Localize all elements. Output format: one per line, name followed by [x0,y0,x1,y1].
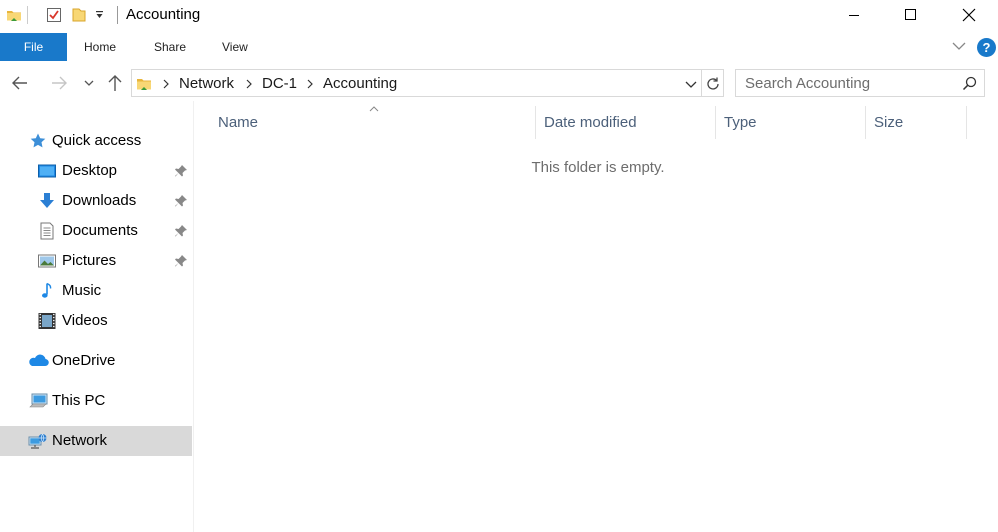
ribbon: File Home Share View ? [0,33,998,61]
recent-locations-button[interactable] [83,77,95,89]
sidebar-item-label: Documents [62,222,138,239]
column-header-size[interactable]: Size [874,114,903,131]
sidebar-item-label: OneDrive [52,352,116,369]
customize-qat-icon[interactable] [95,10,113,28]
videos-icon [38,312,56,330]
sidebar-item-network[interactable]: Network [0,426,192,456]
close-button[interactable] [940,0,998,30]
column-divider[interactable] [715,106,716,139]
column-header-date-modified[interactable]: Date modified [544,114,637,131]
search-input[interactable] [737,71,957,95]
column-divider[interactable] [966,106,967,139]
file-list[interactable]: Name Date modified Type Size This folder… [194,101,998,532]
column-divider[interactable] [535,106,536,139]
sidebar-item-desktop[interactable]: Desktop [0,156,192,186]
desktop-icon [38,162,56,180]
documents-icon [38,222,56,240]
pictures-icon [38,252,56,270]
tab-share[interactable]: Share [154,33,186,61]
navigation-pane: Quick access Desktop Downloads Documents [0,101,193,532]
breadcrumb-network[interactable]: Network [179,75,234,92]
sidebar-item-quick-access[interactable]: Quick access [0,126,192,156]
back-button[interactable] [10,73,30,93]
network-folder-icon [135,75,153,93]
minimize-icon [849,15,859,16]
refresh-button[interactable] [702,69,724,97]
file-tab[interactable]: File [0,33,67,61]
up-button[interactable] [105,73,125,93]
help-icon[interactable]: ? [977,38,996,57]
pin-icon[interactable] [174,224,188,238]
sidebar-item-label: Pictures [62,252,117,269]
minimize-button[interactable] [825,0,883,30]
star-icon [29,132,47,150]
tab-home[interactable]: Home [84,33,116,61]
column-divider[interactable] [865,106,866,139]
column-header-type[interactable]: Type [724,114,757,131]
sidebar-item-downloads[interactable]: Downloads [0,186,192,216]
sidebar-item-onedrive[interactable]: OneDrive [0,346,192,376]
downloads-icon [38,192,56,210]
refresh-icon [707,77,719,90]
navigation-bar: Network DC-1 Accounting [0,65,998,101]
forward-arrow-icon [52,76,67,90]
breadcrumb-separator-icon[interactable] [306,79,314,89]
breadcrumb-separator-icon[interactable] [245,79,253,89]
title-bar: Accounting [0,0,998,31]
sidebar-item-this-pc[interactable]: This PC [0,386,192,416]
sidebar-item-label: This PC [52,392,106,409]
computer-icon [29,392,48,410]
sidebar-item-music[interactable]: Music [0,276,192,306]
sidebar-item-label: Videos [62,312,108,329]
maximize-button[interactable] [882,0,940,30]
pin-icon[interactable] [174,254,188,268]
breadcrumb-accounting[interactable]: Accounting [323,75,397,92]
address-history-chevron-icon[interactable] [685,80,697,90]
address-bar[interactable]: Network DC-1 Accounting [131,69,702,97]
title-divider [117,6,118,24]
new-folder-icon[interactable] [70,6,88,24]
pin-icon[interactable] [174,164,188,178]
expand-ribbon-chevron-icon[interactable] [951,40,967,52]
close-icon [962,8,976,22]
search-box[interactable] [735,69,985,97]
sidebar-item-label: Downloads [62,192,137,209]
sidebar-item-label: Music [62,282,102,299]
sort-ascending-icon [369,105,379,112]
empty-folder-message: This folder is empty. [531,159,665,176]
maximize-icon [905,9,916,20]
breadcrumb-separator-icon[interactable] [162,79,170,89]
sidebar-item-videos[interactable]: Videos [0,306,192,336]
sidebar-item-documents[interactable]: Documents [0,216,192,246]
sidebar-item-pictures[interactable]: Pictures [0,246,192,276]
column-header-name[interactable]: Name [218,114,258,131]
forward-button[interactable] [49,73,69,93]
explorer-folder-icon [5,6,23,24]
window-title: Accounting [126,6,201,23]
pin-icon[interactable] [174,194,188,208]
music-icon [38,282,56,300]
back-arrow-icon [12,76,27,90]
sidebar-item-label: Quick access [52,132,142,149]
search-icon[interactable] [962,76,977,91]
tab-view[interactable]: View [222,33,248,61]
sidebar-item-label: Network [52,432,108,449]
onedrive-cloud-icon [27,352,49,370]
sidebar-item-label: Desktop [62,162,118,179]
breadcrumb-dc-1[interactable]: DC-1 [262,75,297,92]
properties-icon[interactable] [45,6,63,24]
up-arrow-icon [108,75,122,91]
chevron-down-icon [84,80,94,86]
network-icon [27,432,47,450]
qa-divider [27,6,28,24]
